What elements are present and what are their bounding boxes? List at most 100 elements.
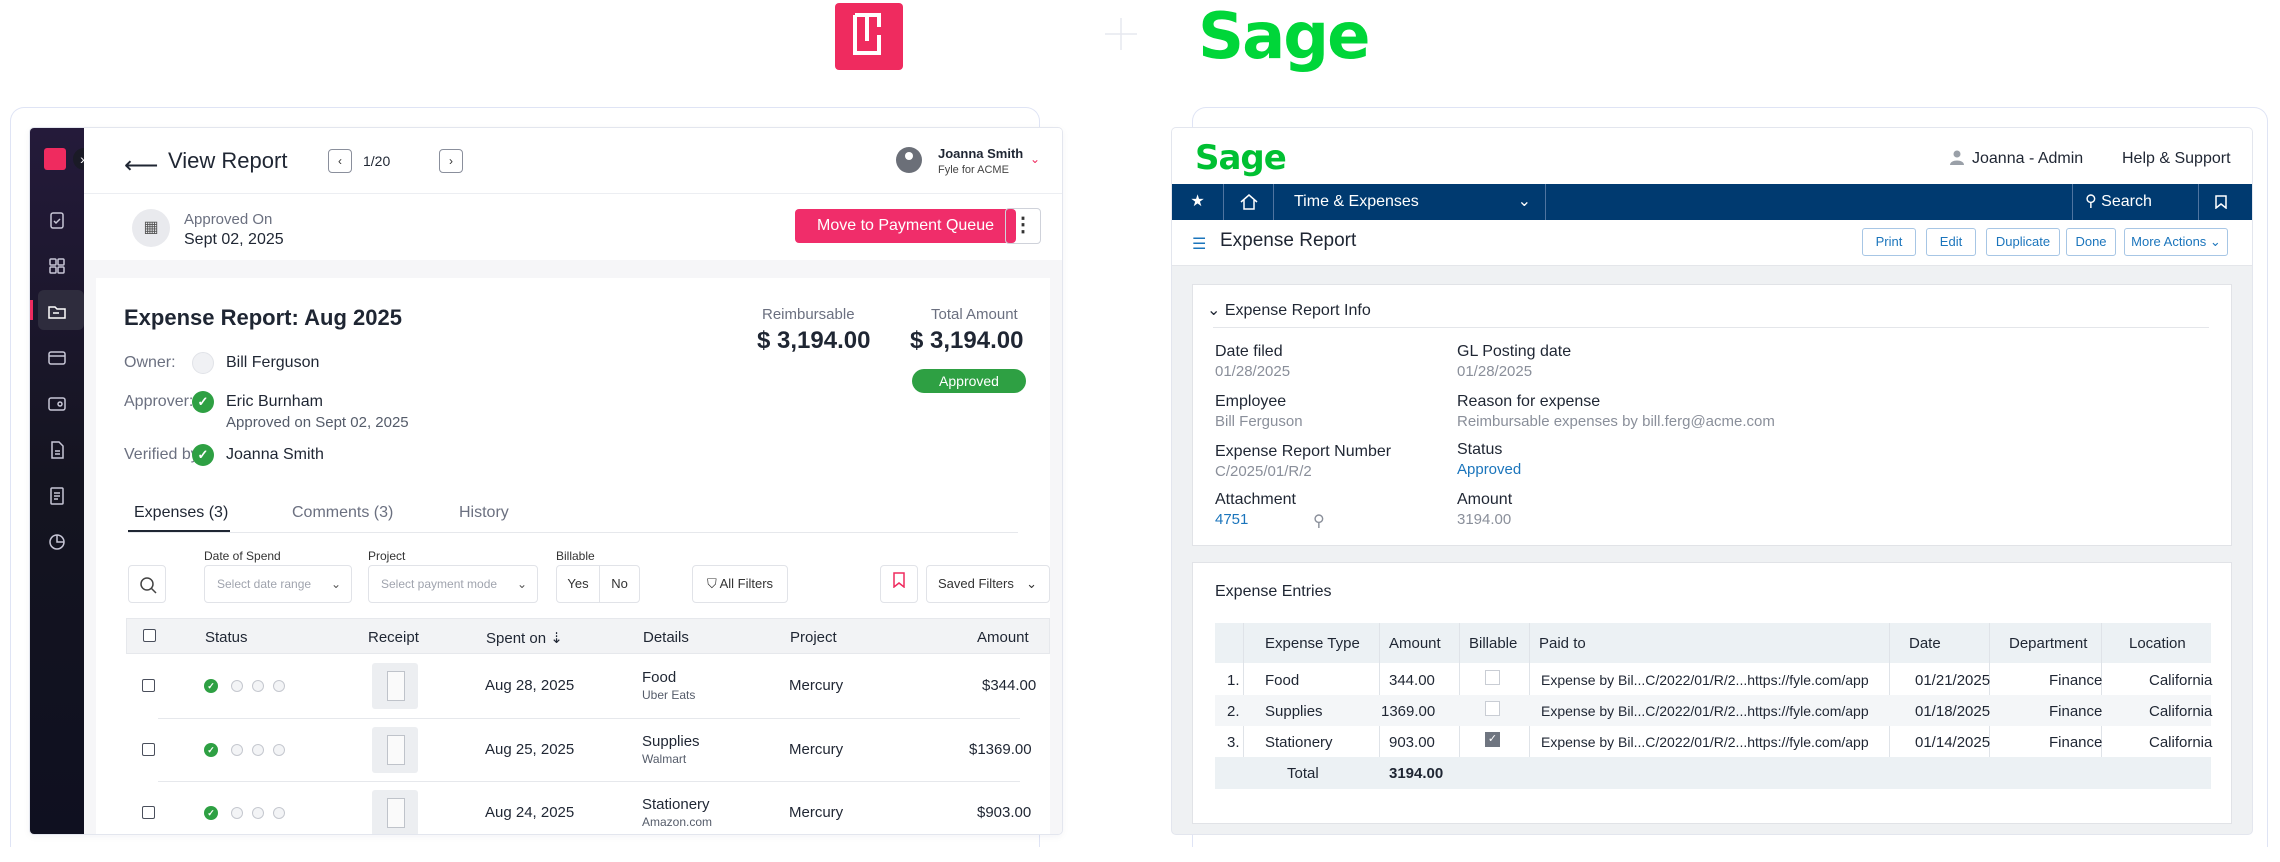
row-checkbox[interactable]: [142, 743, 155, 756]
table-row[interactable]: ✓ Aug 24, 2025 Stationery Amazon.com Mer…: [126, 782, 1050, 834]
table-row[interactable]: 3. Stationery 903.00 ✓ Expense by Bil...…: [1215, 726, 2212, 757]
table-row[interactable]: ✓ Aug 28, 2025 Food Uber Eats Mercury $3…: [126, 655, 1050, 718]
all-filters-button[interactable]: ⛉ All Filters: [692, 565, 788, 603]
calendar-icon: ▦: [132, 209, 170, 247]
amount: $903.00: [977, 804, 1032, 821]
attachment-link[interactable]: 4751: [1215, 511, 1248, 528]
billable-no-button[interactable]: No: [599, 565, 640, 603]
spent-on: Aug 25, 2025: [485, 741, 575, 758]
folder-icon: [48, 306, 66, 319]
verifier-name: Joanna Smith: [226, 446, 324, 463]
bookmark-button[interactable]: [880, 565, 918, 603]
more-actions-label: More Actions: [2131, 234, 2207, 249]
module-menu[interactable]: Time & Expenses ⌄: [1274, 184, 1546, 220]
home-icon[interactable]: [1224, 184, 1274, 220]
fyle-small-logo-icon: [44, 148, 66, 170]
column-details: Details: [643, 629, 689, 646]
date-range-select[interactable]: Select date range ⌄: [204, 565, 352, 603]
edit-button[interactable]: Edit: [1926, 228, 1976, 256]
column-expense-type: Expense Type: [1265, 635, 1360, 652]
prev-report-button[interactable]: ‹: [328, 149, 352, 173]
sidebar-item-cards[interactable]: [47, 348, 67, 368]
grid-icon: [49, 258, 65, 274]
billable-yes-button[interactable]: Yes: [556, 565, 600, 603]
gl-posting-label: GL Posting date: [1457, 343, 1572, 360]
column-project: Project: [790, 629, 837, 646]
expenses-table-header: Status Receipt Spent on ⇣ Details Projec…: [126, 618, 1050, 654]
more-actions-button[interactable]: More Actions ⌄: [2124, 228, 2228, 256]
avatar[interactable]: [896, 147, 922, 173]
billable-checkbox[interactable]: [1485, 670, 1500, 685]
chevron-down-icon[interactable]: ⌄: [1030, 152, 1040, 166]
bookmark-icon[interactable]: [2199, 184, 2243, 220]
table-row[interactable]: 2. Supplies 1369.00 Expense by Bil...C/2…: [1215, 695, 2212, 726]
sidebar-item-documents[interactable]: [47, 440, 67, 460]
user-menu[interactable]: Joanna - Admin: [1972, 150, 2083, 168]
copy-icon: [252, 744, 264, 756]
sidebar-item-tasks[interactable]: [47, 210, 67, 230]
project-select[interactable]: Select payment mode ⌄: [368, 565, 538, 603]
print-button[interactable]: Print: [1862, 228, 1916, 256]
section-toggle[interactable]: ⌄ Expense Report Info: [1207, 300, 1371, 320]
back-arrow-icon[interactable]: ⟵: [124, 151, 158, 180]
receipt-thumbnail[interactable]: [372, 727, 418, 773]
column-spent-on-label: Spent on: [486, 630, 547, 647]
project: Mercury: [789, 741, 844, 758]
status-badge: Approved: [912, 369, 1026, 393]
done-button[interactable]: Done: [2066, 228, 2116, 256]
owner-name: Bill Ferguson: [226, 354, 320, 371]
total-amount-label: Total Amount: [931, 306, 1018, 323]
expense-type: Food: [1265, 672, 1300, 689]
user-icon: [1950, 150, 1964, 165]
table-row[interactable]: 1. Food 344.00 Expense by Bil...C/2022/0…: [1215, 664, 2212, 695]
row-checkbox[interactable]: [142, 679, 155, 692]
sidebar-item-dashboard[interactable]: [47, 256, 67, 276]
user-avatar-icon: [192, 352, 214, 374]
sidebar-item-invoices[interactable]: [47, 486, 67, 506]
status-label: Status: [1457, 441, 1503, 458]
row-checkbox[interactable]: [142, 806, 155, 819]
flag-icon: [273, 744, 285, 756]
favorites-star-icon[interactable]: ★: [1172, 184, 1224, 220]
check-circle-icon: ✓: [192, 391, 214, 413]
page-header: ☰ Expense Report Print Edit Duplicate Do…: [1172, 220, 2252, 266]
receipt-thumbnail[interactable]: [372, 663, 418, 709]
help-support-link[interactable]: Help & Support: [2122, 150, 2231, 168]
billable-checkbox[interactable]: [1485, 701, 1500, 716]
move-to-payment-queue-button[interactable]: Move to Payment Queue: [795, 209, 1016, 243]
column-amount: Amount: [977, 629, 1029, 646]
table-row[interactable]: ✓ Aug 25, 2025 Supplies Walmart Mercury …: [126, 719, 1050, 782]
project-placeholder: Select payment mode: [381, 577, 498, 591]
user-name[interactable]: Joanna Smith: [938, 146, 1023, 161]
row-number: 3.: [1227, 734, 1240, 751]
next-report-button[interactable]: ›: [439, 149, 463, 173]
sidebar-item-wallet[interactable]: [47, 394, 67, 414]
amount-label: Amount: [1457, 491, 1513, 508]
department: Finance: [2049, 703, 2103, 720]
sage-topbar: Sage Joanna - Admin Help & Support: [1172, 128, 2252, 184]
status-value: Approved: [1457, 461, 1522, 478]
search-button[interactable]: [128, 565, 166, 603]
pager-count: 1/20: [363, 153, 391, 169]
category: Food: [642, 669, 677, 686]
approved-on-label: Approved On: [184, 211, 273, 228]
search-button[interactable]: ⚲ Search: [2073, 184, 2199, 220]
more-options-icon[interactable]: ⋮: [1005, 208, 1041, 244]
tab-comments[interactable]: Comments (3): [292, 504, 393, 522]
receipt-thumbnail[interactable]: [372, 790, 418, 834]
sidebar-item-reports[interactable]: [47, 302, 67, 322]
billable-checkbox-checked[interactable]: ✓: [1485, 732, 1500, 747]
tab-history[interactable]: History: [459, 504, 509, 522]
sage-app-logo[interactable]: Sage: [1195, 138, 1287, 178]
list-icon[interactable]: ☰: [1192, 234, 1206, 254]
paperclip-icon[interactable]: ⚲: [1313, 511, 1325, 531]
column-spent-on[interactable]: Spent on ⇣: [486, 629, 563, 647]
user-org: Fyle for ACME: [938, 164, 1009, 176]
duplicate-button[interactable]: Duplicate: [1986, 228, 2060, 256]
select-all-checkbox[interactable]: [143, 629, 156, 642]
all-filters-label: All Filters: [719, 576, 774, 591]
sidebar-item-analytics[interactable]: [47, 532, 67, 552]
tab-expenses[interactable]: Expenses (3): [134, 504, 228, 522]
saved-filters-select[interactable]: Saved Filters ⌄: [926, 565, 1050, 603]
info-icon: [231, 807, 243, 819]
